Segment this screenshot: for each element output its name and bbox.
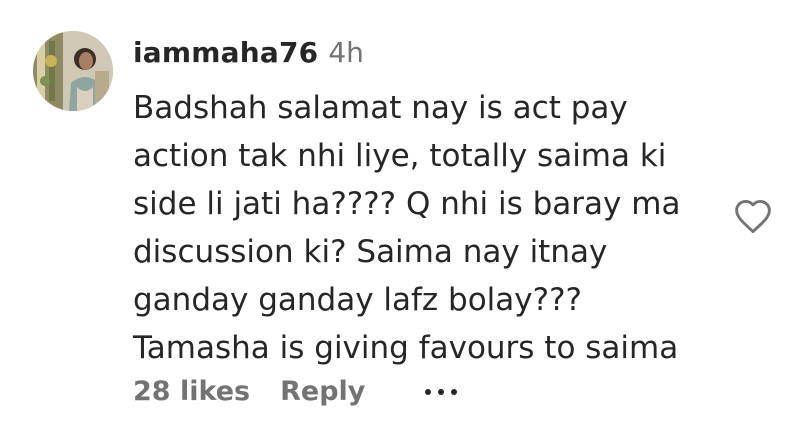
avatar[interactable] — [33, 31, 113, 111]
comment-text-line: ganday ganday lafz bolay??? — [133, 282, 583, 318]
more-options-icon[interactable] — [425, 387, 458, 395]
comment-text-line: action tak nhi liye, totally saima ki — [133, 138, 667, 174]
comment-body: iammaha76 4h Badshah salamat nay is act … — [133, 36, 713, 372]
comment-header: iammaha76 4h — [133, 36, 713, 78]
comment-text-line: Badshah salamat nay is act pay — [133, 90, 628, 126]
comment-text-line: discussion ki? Saima nay itnay — [133, 234, 608, 270]
comment: iammaha76 4h Badshah salamat nay is act … — [0, 0, 791, 431]
username-link[interactable]: iammaha76 — [133, 36, 318, 69]
likes-count[interactable]: 28 likes — [133, 376, 250, 407]
comment-actions: 28 likes Reply — [133, 371, 458, 411]
reply-button[interactable]: Reply — [280, 376, 365, 407]
heart-icon[interactable] — [733, 198, 773, 234]
comment-text-line: Tamasha is giving favours to saima — [133, 330, 679, 366]
more-dot — [425, 389, 432, 395]
avatar-image — [33, 31, 113, 111]
comment-text-line: side li jati ha???? Q nhi is baray ma — [133, 186, 681, 222]
heart-outline — [735, 199, 771, 234]
more-dot — [438, 389, 445, 395]
timestamp[interactable]: 4h — [328, 36, 364, 69]
more-dot — [451, 389, 458, 395]
comment-text: Badshah salamat nay is act pay action ta… — [133, 84, 713, 372]
